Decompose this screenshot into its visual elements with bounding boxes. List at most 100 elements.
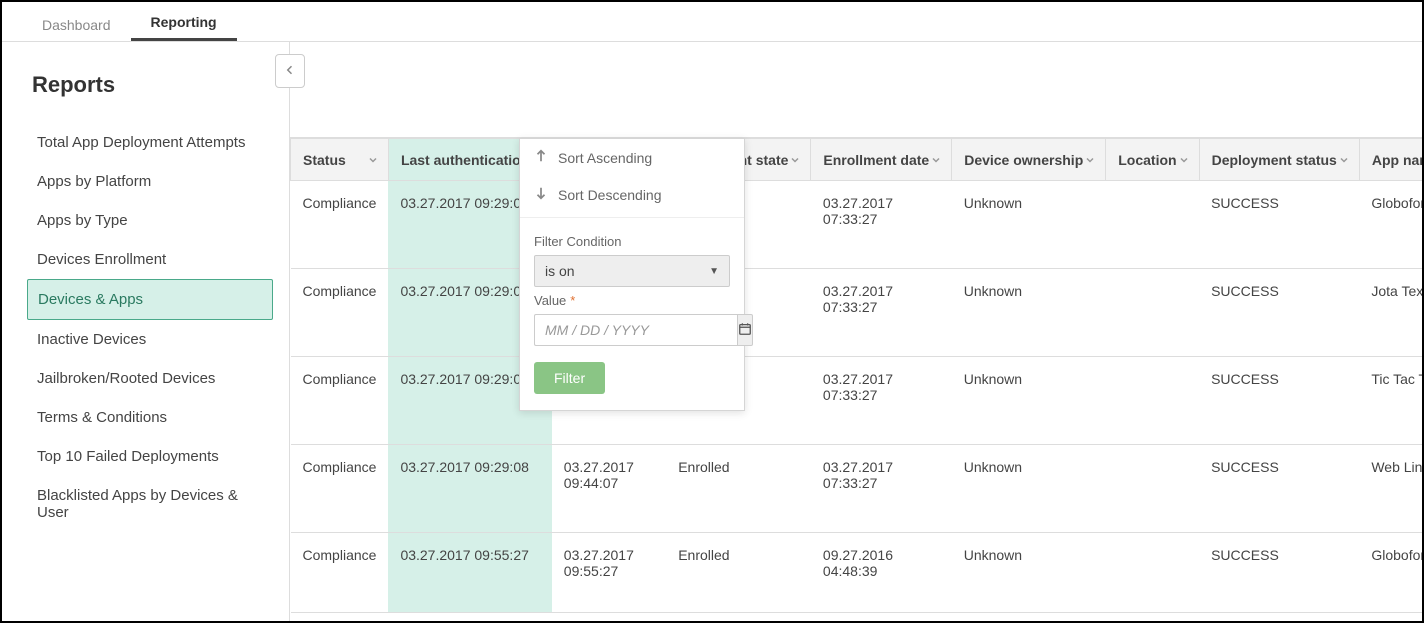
sidebar-item-blacklisted-apps[interactable]: Blacklisted Apps by Devices & User	[27, 476, 273, 532]
col-label: Deployment status	[1212, 152, 1337, 168]
cell-last-access: 03.27.2017 09:44:07	[552, 445, 666, 533]
cell-last-auth: 03.27.2017 09:55:27	[388, 533, 551, 613]
chevron-down-icon[interactable]	[366, 153, 380, 167]
value-label-text: Value	[534, 293, 566, 308]
sidebar-item-total-app-deployment[interactable]: Total App Deployment Attempts	[27, 123, 273, 162]
cell-ownership: Unknown	[952, 445, 1106, 533]
sidebar-item-devices-enrollment[interactable]: Devices Enrollment	[27, 240, 273, 279]
cell-deploy-status: SUCCESS	[1199, 445, 1359, 533]
table-row[interactable]: Compliance 03.27.2017 09:29:0 03.27.2017…	[291, 357, 1423, 445]
filter-condition-label: Filter Condition	[534, 234, 730, 249]
cell-location	[1106, 357, 1199, 445]
cell-ownership: Unknown	[952, 181, 1106, 269]
chevron-down-icon[interactable]	[1337, 153, 1351, 167]
table-row[interactable]: Compliance 03.27.2017 09:29:0 03.27.2017…	[291, 269, 1423, 357]
col-header-enrollment-date[interactable]: Enrollment date	[811, 139, 952, 181]
tab-dashboard[interactable]: Dashboard	[22, 7, 131, 41]
cell-app-name: Web Link	[1359, 445, 1422, 533]
cell-app-name: Tic Tac Toe Free	[1359, 357, 1422, 445]
sidebar: Reports Total App Deployment Attempts Ap…	[2, 42, 290, 621]
col-label: Location	[1118, 152, 1176, 168]
filter-condition-value: is on	[545, 263, 575, 279]
cell-ownership: Unknown	[952, 269, 1106, 357]
cell-ownership: Unknown	[952, 357, 1106, 445]
chevron-down-icon[interactable]	[929, 153, 943, 167]
cell-last-auth: 03.27.2017 09:29:08	[388, 445, 551, 533]
cell-enroll-state: Enrolled	[666, 533, 811, 613]
table-row[interactable]: Compliance 03.27.2017 09:29:08 03.27.201…	[291, 445, 1423, 533]
cell-location	[1106, 445, 1199, 533]
cell-location	[1106, 181, 1199, 269]
arrow-down-icon	[534, 186, 548, 203]
cell-status: Compliance	[291, 445, 389, 533]
cell-app-name: Globoforce_SA	[1359, 181, 1422, 269]
cell-enroll-date: 03.27.2017 07:33:27	[811, 181, 952, 269]
col-label: Status	[303, 152, 346, 168]
chevron-down-icon[interactable]	[1083, 153, 1097, 167]
cell-enroll-date: 03.27.2017 07:33:27	[811, 269, 952, 357]
col-header-device-ownership[interactable]: Device ownership	[952, 139, 1106, 181]
col-header-deployment-status[interactable]: Deployment status	[1199, 139, 1359, 181]
col-label: App name	[1372, 152, 1422, 168]
filter-date-input-group	[534, 314, 730, 346]
col-label: Device ownership	[964, 152, 1083, 168]
calendar-icon	[738, 322, 752, 339]
col-header-location[interactable]: Location	[1106, 139, 1199, 181]
calendar-button[interactable]	[737, 314, 753, 346]
cell-deploy-status: SUCCESS	[1199, 533, 1359, 613]
report-table: Status Last authentication	[290, 138, 1422, 613]
sort-descending-option[interactable]: Sort Descending	[520, 176, 744, 213]
sidebar-item-inactive-devices[interactable]: Inactive Devices	[27, 320, 273, 359]
required-asterisk: *	[570, 293, 575, 308]
sidebar-item-apps-by-type[interactable]: Apps by Type	[27, 201, 273, 240]
caret-down-icon: ▼	[709, 266, 719, 277]
chevron-left-icon	[284, 63, 296, 79]
table-wrap: Status Last authentication	[290, 137, 1422, 621]
cell-status: Compliance	[291, 181, 389, 269]
content: Status Last authentication	[290, 42, 1422, 621]
table-row[interactable]: Compliance 03.27.2017 09:29:0 03.27.2017…	[291, 181, 1423, 269]
cell-ownership: Unknown	[952, 533, 1106, 613]
sidebar-item-devices-and-apps[interactable]: Devices & Apps	[27, 279, 273, 320]
sidebar-item-top-10-failed[interactable]: Top 10 Failed Deployments	[27, 437, 273, 476]
sidebar-item-jailbroken-devices[interactable]: Jailbroken/Rooted Devices	[27, 359, 273, 398]
chevron-down-icon[interactable]	[1177, 153, 1191, 167]
sidebar-item-apps-by-platform[interactable]: Apps by Platform	[27, 162, 273, 201]
filter-condition-select[interactable]: is on ▼	[534, 255, 730, 287]
tab-reporting[interactable]: Reporting	[131, 4, 237, 41]
sort-desc-label: Sort Descending	[558, 187, 662, 203]
arrow-up-icon	[534, 149, 548, 166]
collapse-sidebar-button[interactable]	[275, 54, 305, 88]
table-body: Compliance 03.27.2017 09:29:0 03.27.2017…	[291, 181, 1423, 613]
cell-status: Compliance	[291, 269, 389, 357]
cell-status: Compliance	[291, 533, 389, 613]
filter-panel: Filter Condition is on ▼ Value * Filter	[520, 218, 744, 410]
col-label: Last authentication	[401, 152, 529, 168]
cell-app-name: Jota Text Editor	[1359, 269, 1422, 357]
cell-enroll-date: 03.27.2017 07:33:27	[811, 445, 952, 533]
cell-deploy-status: SUCCESS	[1199, 181, 1359, 269]
chevron-down-icon[interactable]	[788, 153, 802, 167]
filter-value-label: Value *	[534, 293, 730, 308]
cell-deploy-status: SUCCESS	[1199, 269, 1359, 357]
cell-location	[1106, 533, 1199, 613]
cell-status: Compliance	[291, 357, 389, 445]
table-row[interactable]: Compliance 03.27.2017 09:55:27 03.27.201…	[291, 533, 1423, 613]
sort-asc-label: Sort Ascending	[558, 150, 652, 166]
col-label: Enrollment date	[823, 152, 929, 168]
filter-button[interactable]: Filter	[534, 362, 605, 394]
filter-date-input[interactable]	[534, 314, 737, 346]
cell-location	[1106, 269, 1199, 357]
cell-last-access: 03.27.2017 09:55:27	[552, 533, 666, 613]
cell-app-name: Globoforce_SA	[1359, 533, 1422, 613]
sidebar-item-terms-conditions[interactable]: Terms & Conditions	[27, 398, 273, 437]
sidebar-title: Reports	[32, 72, 279, 98]
col-header-status[interactable]: Status	[291, 139, 389, 181]
cell-enroll-date: 09.27.2016 04:48:39	[811, 533, 952, 613]
top-tabs: Dashboard Reporting	[2, 2, 1422, 42]
cell-enroll-date: 03.27.2017 07:33:27	[811, 357, 952, 445]
cell-enroll-state: Enrolled	[666, 445, 811, 533]
sort-ascending-option[interactable]: Sort Ascending	[520, 139, 744, 176]
col-header-app-name[interactable]: App name	[1359, 139, 1422, 181]
table-header-row: Status Last authentication	[291, 139, 1423, 181]
